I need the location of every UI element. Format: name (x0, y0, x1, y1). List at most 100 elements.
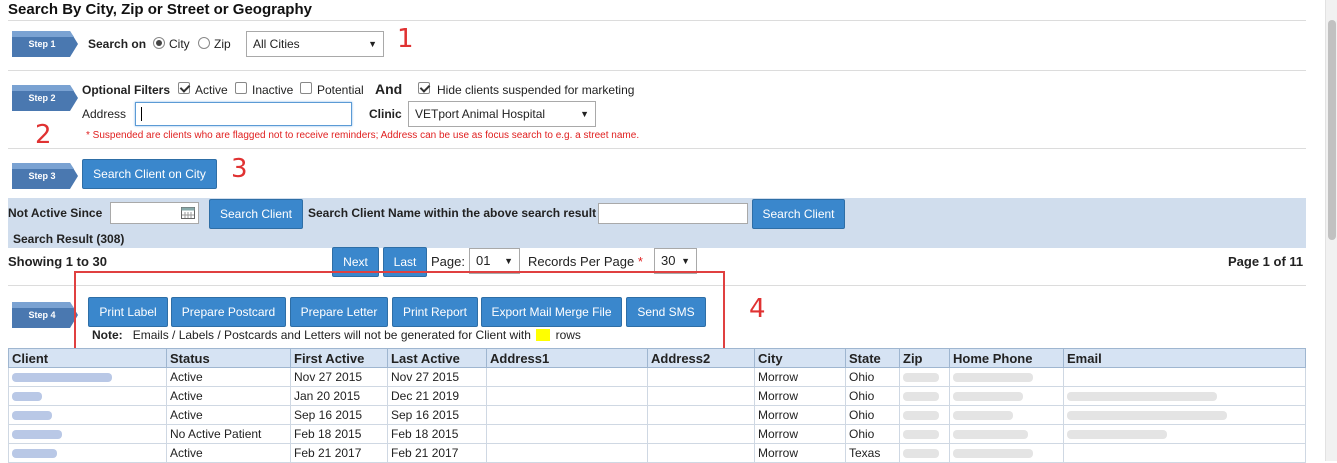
inactive-label: Inactive (252, 83, 294, 97)
table-row: Active Jan 20 2015 Dec 21 2019 Morrow Oh… (8, 386, 1306, 406)
table-row: Active Nov 27 2015 Nov 27 2015 Morrow Oh… (8, 367, 1306, 387)
radio-city[interactable] (153, 37, 165, 49)
hide-suspended-label: Hide clients suspended for marketing (437, 83, 635, 97)
search-on-label: Search on (88, 37, 147, 51)
radio-zip[interactable] (198, 37, 210, 49)
client-link[interactable] (8, 405, 167, 425)
address-label: Address (82, 107, 127, 121)
email-cell (1063, 405, 1306, 425)
search-result-count: Search Result (308) (13, 232, 125, 246)
column-header-email[interactable]: Email (1063, 348, 1306, 368)
first-active-cell: Feb 18 2015 (290, 424, 388, 444)
showing-range: Showing 1 to 30 (8, 254, 107, 269)
column-header-zip[interactable]: Zip (899, 348, 950, 368)
client-link[interactable] (8, 424, 167, 444)
email-cell (1063, 386, 1306, 406)
status-cell: Active (166, 443, 291, 463)
client-link[interactable] (8, 386, 167, 406)
address-input[interactable] (135, 102, 352, 126)
scrollbar-thumb[interactable] (1328, 20, 1336, 240)
column-header-address1[interactable]: Address1 (486, 348, 648, 368)
last-active-cell: Feb 21 2017 (387, 443, 487, 463)
city-cell: Morrow (754, 443, 846, 463)
address2-cell (647, 367, 755, 387)
email-cell (1063, 424, 1306, 444)
chevron-down-icon: ▼ (681, 256, 690, 266)
home-phone-cell (949, 367, 1064, 387)
calendar-icon[interactable] (181, 206, 195, 219)
city-cell: Morrow (754, 405, 846, 425)
column-header-city[interactable]: City (754, 348, 846, 368)
divider (8, 148, 1306, 149)
active-checkbox[interactable] (178, 82, 190, 94)
inactive-checkbox[interactable] (235, 82, 247, 94)
address1-cell (486, 405, 648, 425)
chevron-down-icon: ▼ (504, 256, 513, 266)
column-header-first-active[interactable]: First Active (290, 348, 388, 368)
active-label: Active (195, 83, 228, 97)
search-client-button[interactable]: Search Client (209, 199, 303, 229)
annotation-4: 4 (749, 294, 766, 324)
step4-note: Note: Emails / Labels / Postcards and Le… (92, 328, 581, 342)
radio-city-label: City (169, 37, 190, 51)
send-sms-button[interactable]: Send SMS (626, 297, 706, 327)
last-active-cell: Nov 27 2015 (387, 367, 487, 387)
first-active-cell: Nov 27 2015 (290, 367, 388, 387)
not-active-since-label: Not Active Since (8, 206, 103, 220)
city-cell: Morrow (754, 367, 846, 387)
hide-suspended-checkbox[interactable] (418, 82, 430, 94)
address1-cell (486, 443, 648, 463)
table-header-row: Client Status First Active Last Active A… (8, 348, 1306, 368)
first-active-cell: Sep 16 2015 (290, 405, 388, 425)
step-3-badge: Step 3 (12, 163, 78, 189)
address1-cell (486, 367, 648, 387)
annotation-3: 3 (231, 154, 248, 184)
last-active-cell: Dec 21 2019 (387, 386, 487, 406)
email-cell (1063, 443, 1306, 463)
vertical-scrollbar[interactable] (1325, 0, 1337, 461)
address2-cell (647, 443, 755, 463)
client-name-input[interactable] (598, 203, 748, 224)
first-active-cell: Feb 21 2017 (290, 443, 388, 463)
search-client-on-city-button[interactable]: Search Client on City (82, 159, 217, 189)
address2-cell (647, 424, 755, 444)
annotation-2: 2 (35, 120, 52, 150)
search-client-name-button[interactable]: Search Client (752, 199, 845, 229)
state-cell: Ohio (845, 367, 900, 387)
suspended-note: * Suspended are clients who are flagged … (86, 130, 640, 141)
name-search-label: Search Client Name within the above sear… (308, 206, 597, 220)
column-header-status[interactable]: Status (166, 348, 291, 368)
column-header-last-active[interactable]: Last Active (387, 348, 487, 368)
prepare-letter-button[interactable]: Prepare Letter (290, 297, 388, 327)
print-report-button[interactable]: Print Report (392, 297, 478, 327)
optional-filters-label: Optional Filters (82, 83, 171, 97)
city-cell: Morrow (754, 386, 846, 406)
column-header-state[interactable]: State (845, 348, 900, 368)
home-phone-cell (949, 386, 1064, 406)
radio-zip-label: Zip (214, 37, 231, 51)
export-mail-merge-button[interactable]: Export Mail Merge File (481, 297, 622, 327)
column-header-client[interactable]: Client (8, 348, 167, 368)
clinic-label: Clinic (369, 107, 402, 121)
step-1-badge: Step 1 (12, 31, 78, 57)
prepare-postcard-button[interactable]: Prepare Postcard (171, 297, 286, 327)
print-label-button[interactable]: Print Label (88, 297, 168, 327)
client-link[interactable] (8, 367, 167, 387)
potential-label: Potential (317, 83, 364, 97)
column-header-home-phone[interactable]: Home Phone (949, 348, 1064, 368)
state-cell: Texas (845, 443, 900, 463)
state-cell: Ohio (845, 405, 900, 425)
client-link[interactable] (8, 443, 167, 463)
chevron-down-icon: ▼ (580, 109, 589, 119)
table-row: Active Feb 21 2017 Feb 21 2017 Morrow Te… (8, 443, 1306, 463)
status-cell: Active (166, 405, 291, 425)
potential-checkbox[interactable] (300, 82, 312, 94)
not-active-since-input[interactable] (110, 202, 199, 224)
page-title: Search By City, Zip or Street or Geograp… (8, 1, 312, 18)
city-select[interactable]: All Cities ▼ (246, 31, 384, 57)
column-header-address2[interactable]: Address2 (647, 348, 755, 368)
status-cell: Active (166, 386, 291, 406)
status-cell: Active (166, 367, 291, 387)
home-phone-cell (949, 405, 1064, 425)
clinic-select[interactable]: VETport Animal Hospital ▼ (408, 101, 596, 127)
